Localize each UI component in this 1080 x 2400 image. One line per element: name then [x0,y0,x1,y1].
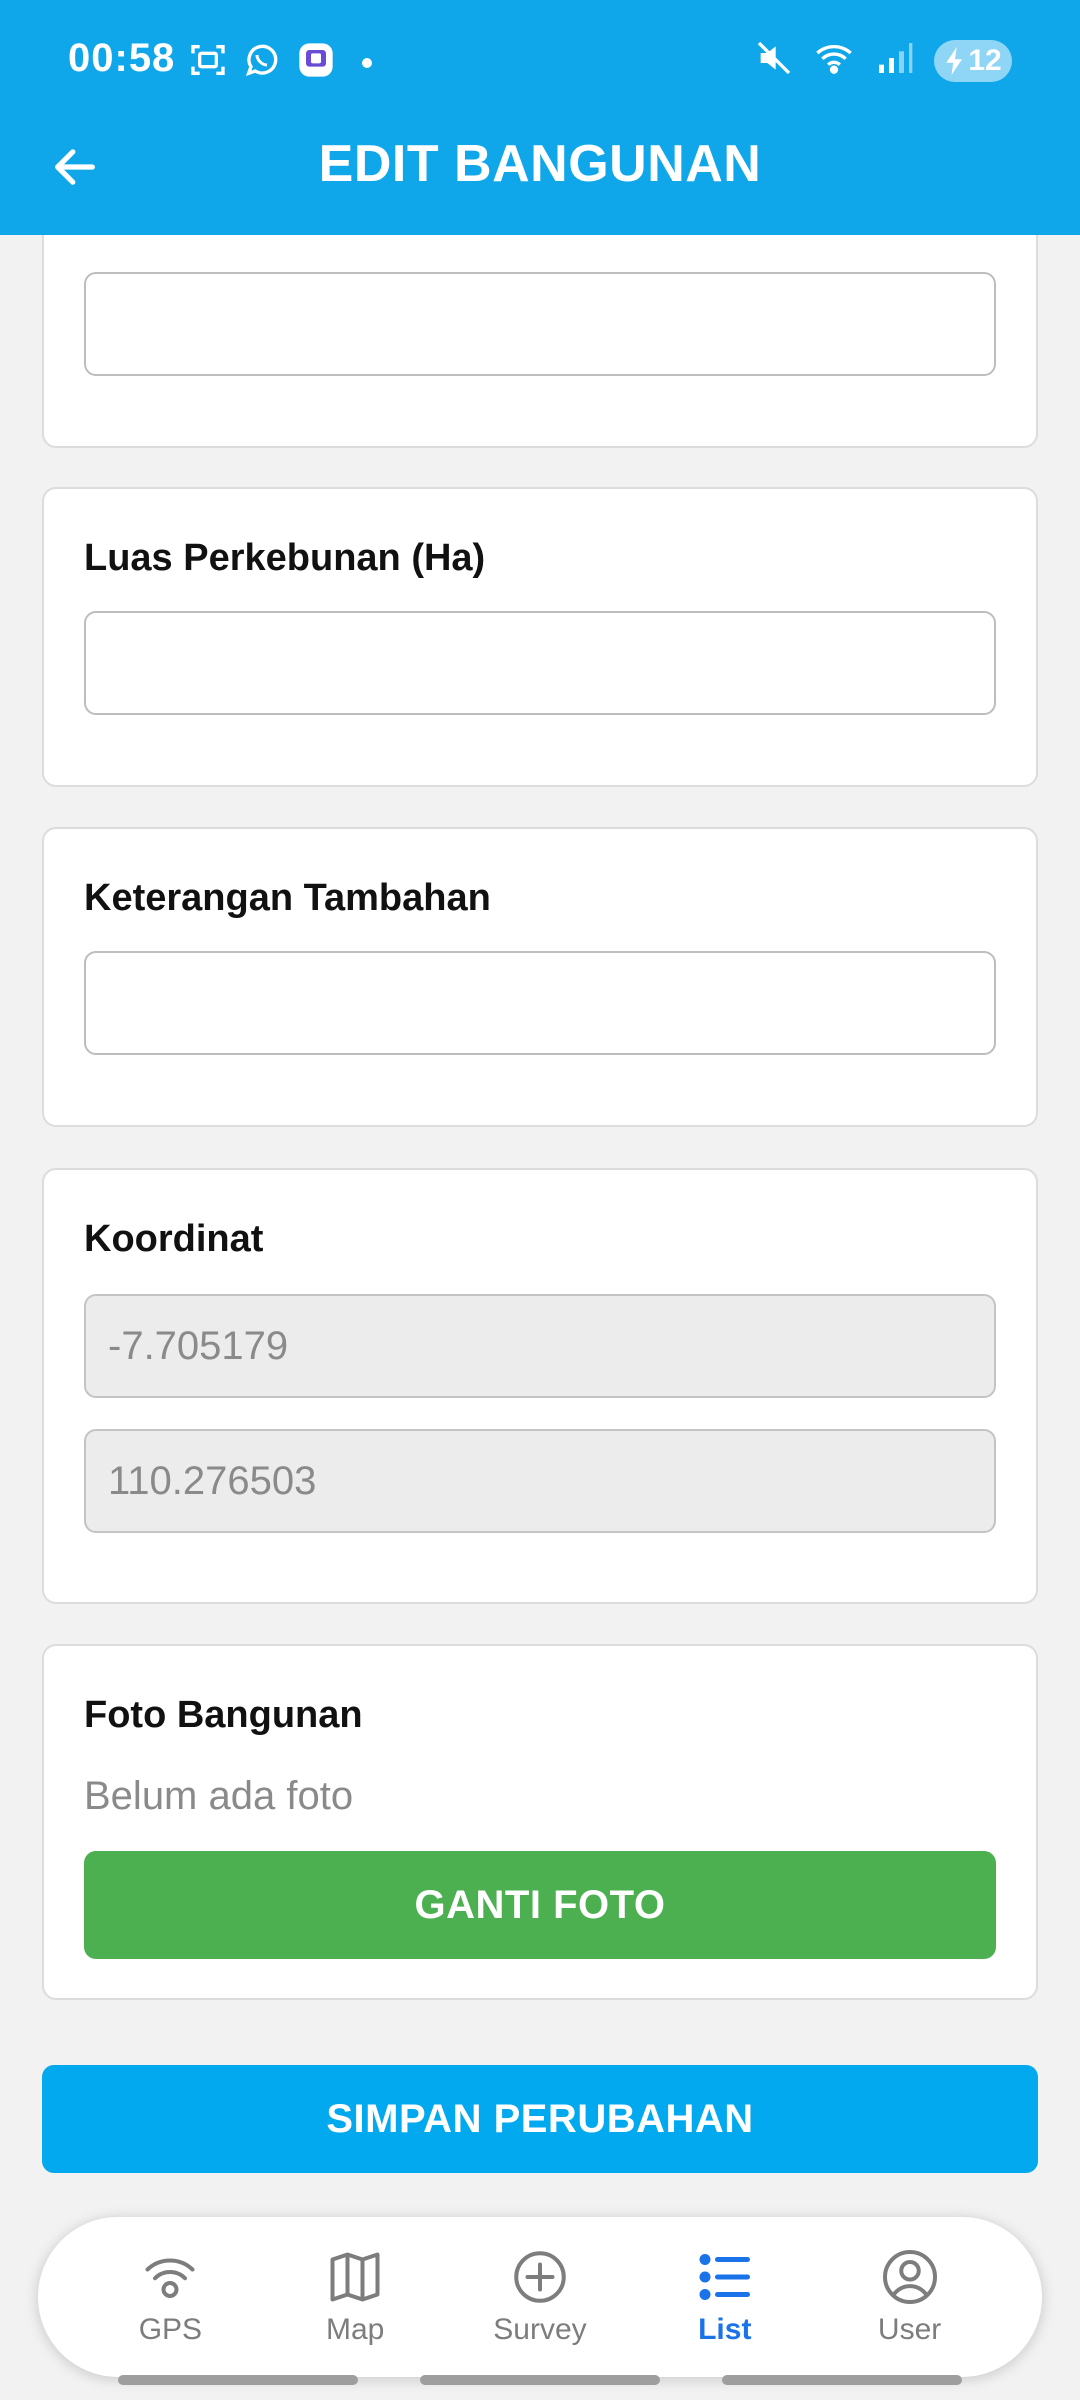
longitude-field [84,1429,996,1533]
status-system-icons: 12 [754,38,1012,83]
bottom-navigation: GPS Map Survey List User [38,2217,1042,2377]
status-bar: 00:58 12 [0,0,1080,120]
nav-item-user[interactable]: User [830,2247,990,2347]
page-title: EDIT BANGUNAN [318,135,762,193]
save-changes-button[interactable]: SIMPAN PERUBAHAN [42,2065,1038,2173]
nav-label-list: List [698,2313,752,2346]
app-notification-icon [296,40,336,85]
gesture-bar-center [420,2375,660,2385]
photo-status-text: Belum ada foto [84,1774,354,1818]
luas-perkebunan-label: Luas Perkebunan (Ha) [84,537,486,579]
nav-item-gps[interactable]: GPS [90,2247,250,2347]
luas-perkebunan-input[interactable] [84,611,996,715]
card-keterangan-tambahan: Keterangan Tambahan [42,827,1038,1127]
koordinat-label: Koordinat [84,1218,264,1260]
latitude-field [84,1294,996,1398]
nav-label-survey: Survey [493,2313,587,2346]
nav-label-user: User [877,2313,942,2346]
card-koordinat: Koordinat [42,1168,1038,1604]
change-photo-button[interactable]: GANTI FOTO [84,1851,996,1959]
partial-field-input[interactable] [84,272,996,376]
status-time: 00:58 [68,36,176,80]
gesture-bar-right [722,2375,962,2385]
status-notification-icons [188,40,372,85]
nav-label-map: Map [326,2313,385,2346]
user-circle-icon [882,2250,937,2304]
map-icon [330,2252,380,2302]
gps-signal-icon [145,2258,195,2298]
nav-label-gps: GPS [138,2313,203,2346]
card-luas-perkebunan: Luas Perkebunan (Ha) [42,487,1038,787]
more-notifications-dot [362,57,372,68]
keterangan-tambahan-input[interactable] [84,951,996,1055]
keterangan-tambahan-label: Keterangan Tambahan [84,877,491,919]
gesture-bar-left [118,2375,358,2385]
mute-icon [754,38,794,83]
battery-charging-icon: 12 [934,39,1012,82]
whatsapp-icon [242,40,282,85]
list-icon [699,2253,750,2300]
screenshot-icon [188,40,228,85]
nav-item-survey[interactable]: Survey [460,2247,620,2347]
battery-level: 12 [968,43,1002,77]
app-bar: EDIT BANGUNAN [0,120,1080,235]
nav-item-map[interactable]: Map [275,2247,435,2347]
nav-item-list[interactable]: List [645,2247,805,2347]
foto-bangunan-label: Foto Bangunan [84,1694,363,1736]
signal-icon [874,38,914,83]
wifi-icon [814,38,854,83]
card-foto-bangunan: Foto Bangunan Belum ada foto GANTI FOTO [42,1644,1038,2000]
header: 00:58 12 EDIT BANGUNAN [0,0,1080,235]
app-root: 00:58 12 EDIT BANGUNAN Luas Perkebunan (… [0,0,1080,2400]
plus-circle-icon [514,2251,566,2303]
card-partial-field [42,200,1038,448]
